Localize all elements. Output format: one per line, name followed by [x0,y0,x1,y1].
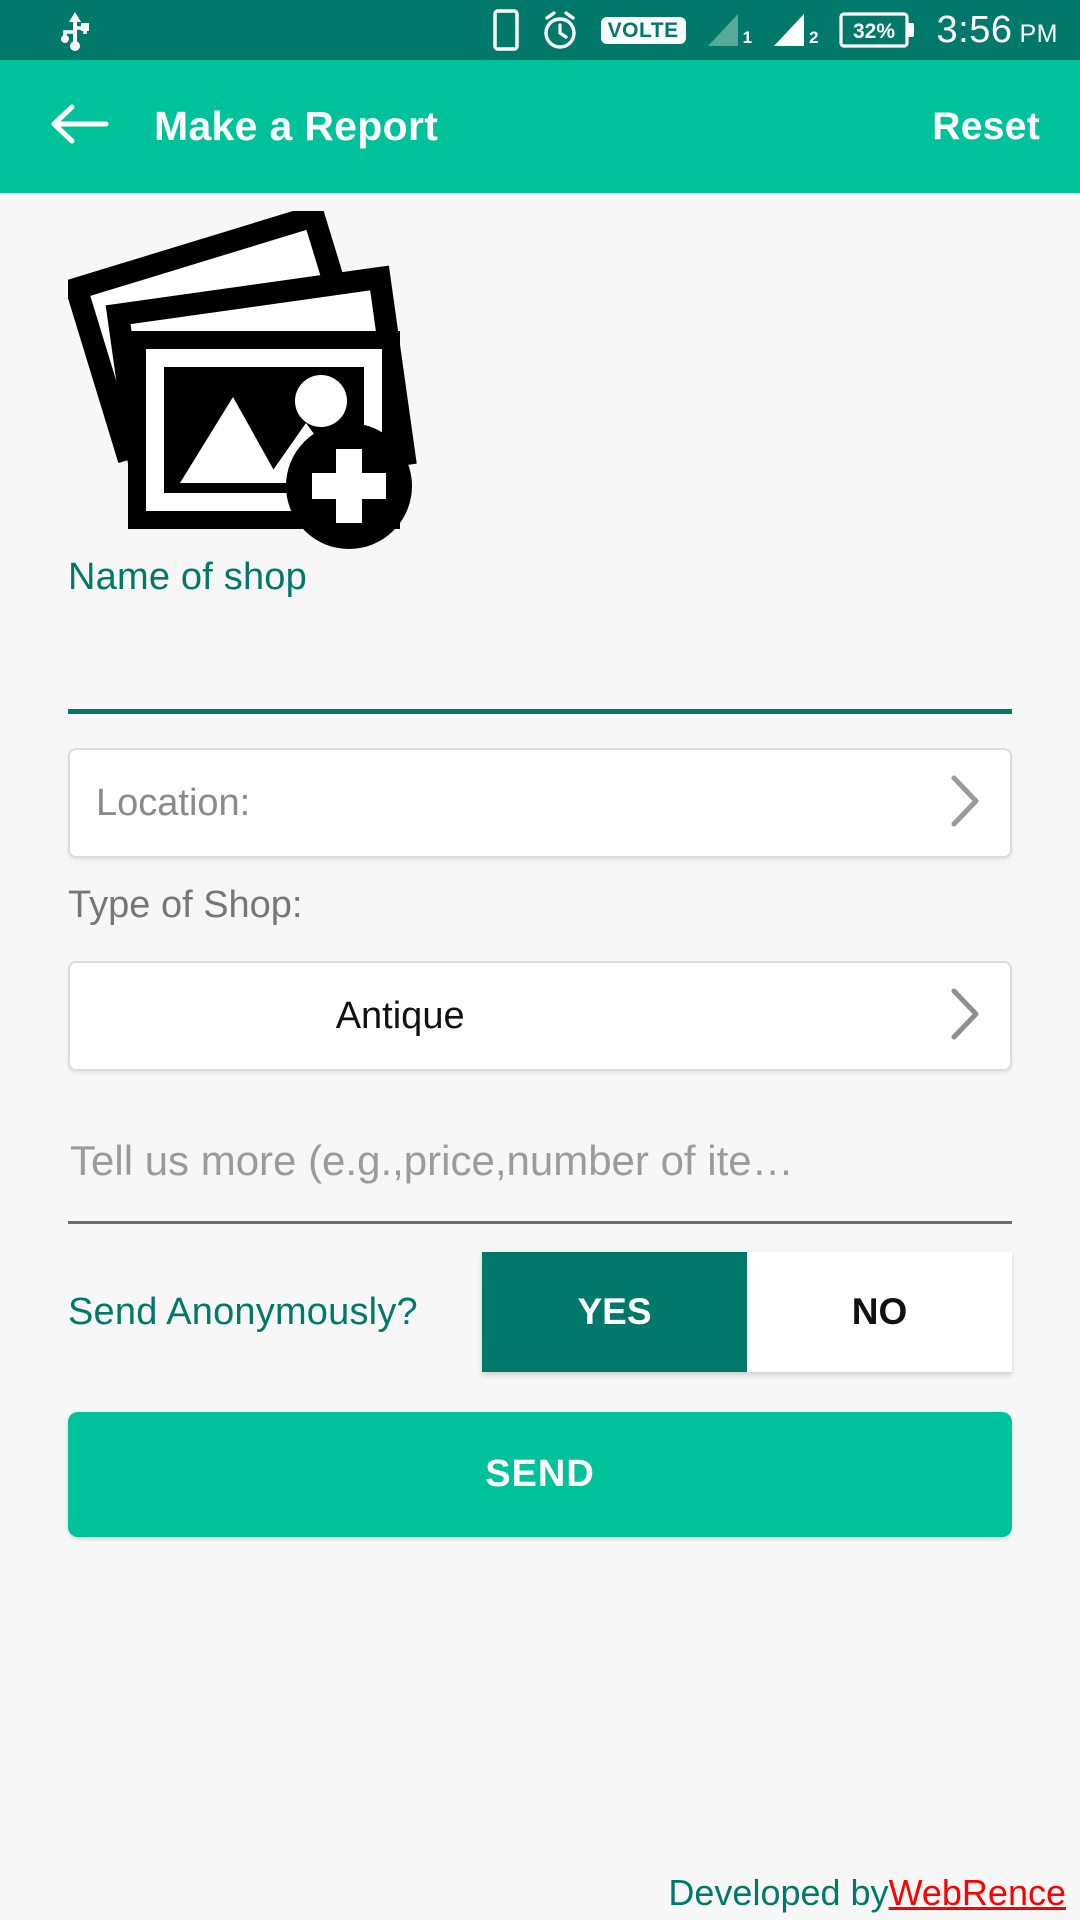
photo-picker[interactable] [62,193,1012,556]
type-of-shop-field[interactable]: Antique [68,961,1012,1071]
clock-ampm: PM [1019,19,1058,48]
chevron-right-icon [944,985,984,1048]
status-bar-right: VOLTE 1 2 32% 3:56 PM [492,9,1058,52]
phone-icon [492,9,519,51]
back-button[interactable] [46,94,112,160]
status-bar: VOLTE 1 2 32% 3:56 PM [0,0,1080,60]
type-of-shop-value: Antique [335,994,465,1037]
shop-name-label: Name of shop [68,556,307,598]
report-form: Name of shop Location: Type of Shop: Ant… [0,193,1080,1920]
battery-icon: 32% [838,10,917,50]
anonymous-toggle-group[interactable]: YES NO [482,1252,1012,1372]
type-of-shop-label: Type of Shop: [68,884,303,926]
chevron-right-icon [944,772,984,835]
anonymous-label: Send Anonymously? [68,1290,418,1333]
anonymous-no-button[interactable]: NO [747,1252,1012,1372]
location-placeholder: Location: [96,781,251,824]
shop-name-underline [68,709,1012,714]
alarm-clock-icon [539,9,581,51]
signal-2-icon: 2 [772,12,819,48]
footer-prefix: Developed by [668,1872,889,1913]
clock-time: 3:56 [936,8,1013,51]
usb-icon [60,10,90,51]
sim2-label: 2 [809,28,819,47]
status-bar-left [60,10,90,51]
volte-badge: VOLTE [600,16,686,44]
anonymous-yes-button[interactable]: YES [482,1252,747,1372]
add-photo-icon[interactable] [62,202,438,556]
send-button[interactable]: SEND [68,1412,1012,1537]
footer-credit: Developed by WebRence [668,1872,1066,1914]
send-button-label: SEND [485,1453,595,1495]
shop-name-group: Name of shop [68,556,1012,714]
arrow-left-icon [48,101,110,152]
details-input[interactable] [68,1121,1012,1201]
details-underline [68,1221,1012,1224]
app-bar: Make a Report Reset [0,60,1080,193]
shop-name-field[interactable] [68,599,1012,709]
page-title: Make a Report [154,103,439,149]
reset-button[interactable]: Reset [920,97,1052,157]
details-field[interactable] [68,1121,1012,1221]
app-screen: VOLTE 1 2 32% 3:56 PM Make a Report Rese… [0,0,1080,1920]
location-field[interactable]: Location: [68,748,1012,858]
status-bar-clock: 3:56 PM [937,9,1058,52]
svg-text:32%: 32% [853,20,895,43]
signal-1-icon: 1 [706,12,752,48]
sim1-label: 1 [742,28,753,47]
anonymous-row: Send Anonymously? YES NO [68,1252,1012,1372]
footer-brand-link[interactable]: WebRence [889,1872,1066,1914]
shop-name-input[interactable] [68,599,1012,699]
